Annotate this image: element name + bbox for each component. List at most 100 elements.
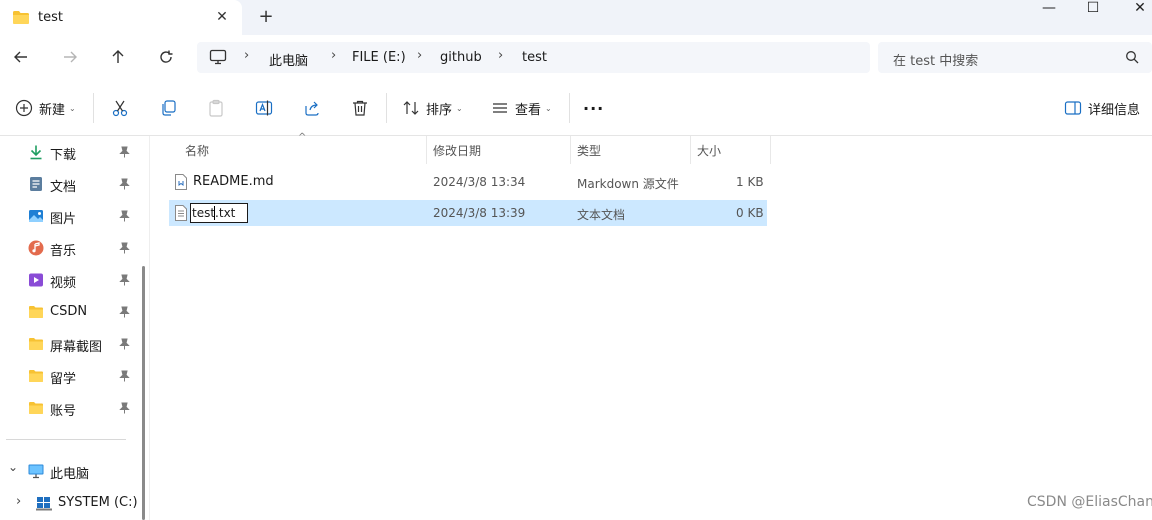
breadcrumb-file-e[interactable]: FILE (E:) — [352, 50, 406, 65]
minimize-button[interactable]: — — [1026, 0, 1072, 18]
column-header-type[interactable]: 类型 — [577, 142, 601, 159]
monitor-icon — [209, 49, 227, 65]
tab-label: test — [38, 10, 63, 25]
search-input[interactable]: 在 test 中搜索 — [878, 42, 1152, 73]
back-button[interactable] — [9, 45, 33, 69]
view-list-icon — [493, 103, 507, 113]
delete-button[interactable] — [351, 96, 369, 120]
cut-button[interactable] — [111, 96, 129, 120]
file-row-readme[interactable]: README.md 2024/3/8 13:34 Markdown 源文件 1 … — [169, 169, 767, 195]
breadcrumb-separator[interactable]: › — [244, 48, 249, 63]
pin-icon[interactable] — [119, 306, 130, 318]
file-name: README.md — [193, 174, 274, 189]
breadcrumb-this-pc[interactable]: 此电脑 — [269, 50, 308, 69]
address-bar[interactable]: › 此电脑 › FILE (E:) › github › test — [197, 42, 870, 73]
chevron-right-icon[interactable]: › — [16, 494, 21, 509]
pin-icon[interactable] — [119, 338, 130, 350]
rename-button[interactable] — [255, 96, 273, 120]
rename-input[interactable]: test.txt — [190, 203, 248, 223]
maximize-button[interactable]: ☐ — [1070, 0, 1116, 18]
windows-drive-icon — [36, 497, 52, 511]
sort-button[interactable]: 排序 ⌄ — [402, 96, 463, 120]
pin-icon[interactable] — [119, 274, 130, 286]
chevron-down-icon: ⌄ — [456, 103, 463, 113]
breadcrumb-github[interactable]: github — [440, 50, 482, 65]
breadcrumb-separator[interactable]: › — [331, 48, 336, 63]
breadcrumb-test[interactable]: test — [522, 50, 547, 65]
address-row: › 此电脑 › FILE (E:) › github › test 在 test… — [0, 35, 1152, 81]
share-icon — [305, 101, 319, 116]
refresh-icon — [160, 50, 173, 63]
folder-icon — [29, 402, 43, 414]
file-type: Markdown 源文件 — [577, 177, 679, 191]
text-cursor — [214, 206, 215, 220]
column-divider[interactable] — [690, 136, 691, 164]
chevron-down-icon[interactable]: ⌄ — [8, 460, 18, 474]
file-type: 文本文档 — [577, 208, 626, 222]
sidebar-item-label: 音乐 — [50, 244, 77, 259]
sidebar-item-accounts[interactable]: 账号 — [0, 396, 140, 420]
plus-circle-icon — [15, 99, 33, 117]
watermark-text: CSDN @EliasChang — [1027, 494, 1152, 510]
copy-button[interactable] — [159, 96, 177, 120]
sidebar-scrollbar[interactable] — [142, 266, 145, 520]
forward-button[interactable] — [58, 45, 82, 69]
pin-icon[interactable] — [119, 370, 130, 382]
details-pane-button[interactable]: 详细信息 — [1064, 96, 1140, 120]
sidebar-item-csdn[interactable]: CSDN — [0, 300, 140, 324]
new-tab-button[interactable]: + — [257, 8, 275, 26]
paste-button[interactable] — [207, 96, 225, 120]
column-header-size[interactable]: 大小 — [697, 142, 721, 159]
up-button[interactable] — [106, 45, 130, 69]
column-header-modified[interactable]: 修改日期 — [433, 142, 481, 159]
view-label: 查看 — [515, 102, 542, 118]
new-button[interactable]: 新建 ⌄ — [15, 96, 76, 120]
toolbar-divider — [386, 93, 387, 123]
arrow-up-icon — [112, 50, 124, 63]
sidebar-item-downloads[interactable]: 下载 — [0, 140, 140, 164]
scissors-icon — [112, 100, 128, 117]
text-file-icon — [175, 205, 187, 221]
tab-close-icon[interactable]: ✕ — [214, 9, 230, 25]
breadcrumb-separator[interactable]: › — [498, 48, 503, 63]
music-icon — [28, 240, 44, 256]
sort-label: 排序 — [426, 102, 453, 118]
sidebar-item-music[interactable]: 音乐 — [0, 236, 140, 260]
pin-icon[interactable] — [119, 242, 130, 254]
more-button[interactable]: ··· — [583, 96, 604, 120]
sort-ascending-icon: ^ — [298, 132, 307, 143]
sidebar-item-label: SYSTEM (C:) — [58, 495, 138, 510]
sidebar-item-this-pc[interactable]: ⌄ 此电脑 — [0, 459, 140, 483]
view-button[interactable]: 查看 ⌄ — [491, 96, 552, 120]
column-divider[interactable] — [770, 136, 771, 164]
column-header-name[interactable]: 名称 — [185, 142, 209, 159]
share-button[interactable] — [303, 96, 321, 120]
sidebar-item-screenshots[interactable]: 屏幕截图 — [0, 332, 140, 356]
tab-test[interactable]: test ✕ — [0, 0, 242, 35]
title-bar: test ✕ + — ☐ ✕ — [0, 0, 1152, 35]
pin-icon[interactable] — [119, 146, 130, 158]
sidebar-item-documents[interactable]: 文档 — [0, 172, 140, 196]
breadcrumb-separator[interactable]: › — [417, 48, 422, 63]
pin-icon[interactable] — [119, 210, 130, 222]
column-divider[interactable] — [570, 136, 571, 164]
folder-icon — [13, 11, 29, 24]
file-size: 1 KB — [736, 175, 764, 189]
sidebar-item-videos[interactable]: 视频 — [0, 268, 140, 292]
paste-icon — [209, 99, 223, 117]
file-row-test-txt[interactable]: test.txt 2024/3/8 13:39 文本文档 0 KB — [169, 200, 767, 226]
sidebar-item-system-drive[interactable]: › SYSTEM (C:) — [0, 491, 140, 515]
sidebar-item-label: 下载 — [50, 148, 77, 163]
sidebar-item-study-abroad[interactable]: 留学 — [0, 364, 140, 388]
file-modified: 2024/3/8 13:34 — [433, 175, 526, 189]
pin-icon[interactable] — [119, 402, 130, 414]
arrow-left-icon — [14, 51, 27, 63]
refresh-button[interactable] — [154, 45, 178, 69]
column-divider[interactable] — [426, 136, 427, 164]
close-button[interactable]: ✕ — [1117, 0, 1152, 18]
file-size: 0 KB — [736, 206, 764, 220]
sidebar-item-label: 此电脑 — [50, 467, 90, 482]
pin-icon[interactable] — [119, 178, 130, 190]
sidebar-divider — [6, 439, 126, 440]
sidebar-item-pictures[interactable]: 图片 — [0, 204, 140, 228]
